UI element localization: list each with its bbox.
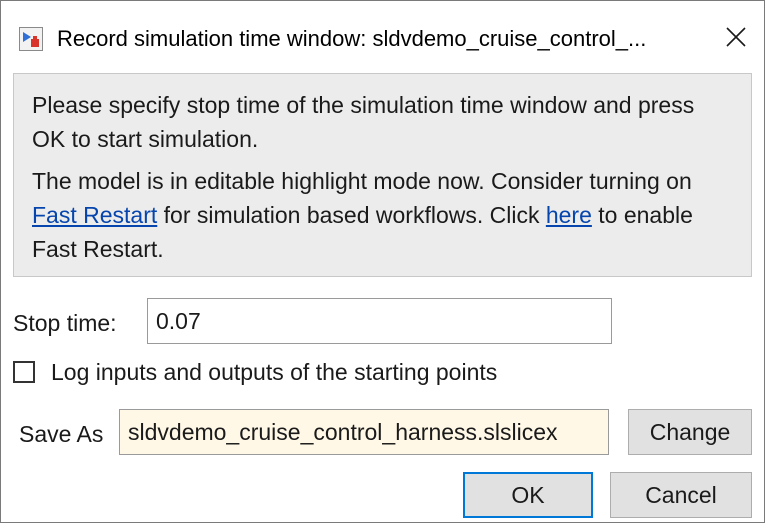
fast-restart-note: The model is in editable highlight mode …: [32, 168, 693, 262]
fast-restart-link[interactable]: Fast Restart: [32, 202, 157, 228]
record-simulation-dialog: Record simulation time window: sldvdemo_…: [0, 0, 765, 523]
log-io-label: Log inputs and outputs of the starting p…: [51, 359, 498, 385]
title-bar[interactable]: Record simulation time window: sldvdemo_…: [1, 1, 764, 73]
here-link[interactable]: here: [546, 202, 592, 228]
window-title: Record simulation time window: sldvdemo_…: [57, 26, 647, 51]
change-button[interactable]: Change: [628, 409, 752, 455]
save-as-input[interactable]: [119, 409, 609, 455]
close-icon[interactable]: [716, 17, 756, 57]
simulink-record-icon: [19, 27, 43, 51]
stop-time-input[interactable]: [147, 298, 612, 344]
ok-button[interactable]: OK: [463, 472, 593, 518]
stop-time-label: Stop time:: [13, 310, 117, 336]
save-as-label: Save As: [19, 421, 104, 447]
cancel-button[interactable]: Cancel: [610, 472, 752, 518]
instruction-text: Please specify stop time of the simulati…: [32, 92, 695, 152]
log-io-checkbox[interactable]: [13, 361, 35, 383]
info-panel: Please specify stop time of the simulati…: [13, 73, 752, 277]
